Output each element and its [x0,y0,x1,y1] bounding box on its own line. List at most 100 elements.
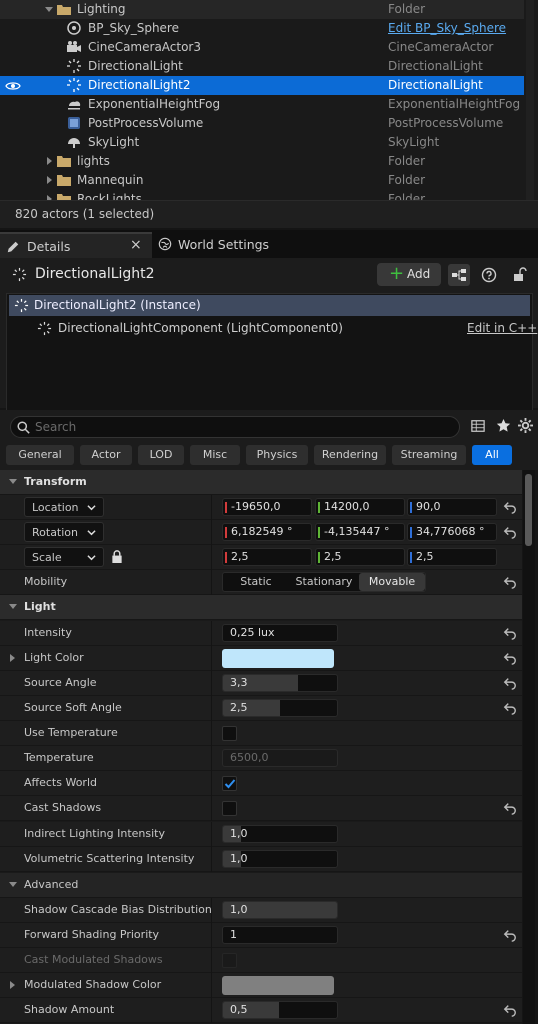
outliner-row-exponentialheightfog[interactable]: ExponentialHeightFog ExponentialHeightFo… [0,95,524,114]
search-placeholder: Search [35,420,77,434]
modulated-shadow-color-swatch[interactable] [222,976,334,995]
reset-arrow-icon[interactable] [503,676,517,690]
outliner-item-name: CineCameraActor3 [88,40,202,54]
cast-modulated-shadows-checkbox[interactable] [222,953,237,968]
indirect-lighting-intensity-slider[interactable]: 1,0 [222,825,338,843]
reset-arrow-icon[interactable] [503,801,517,815]
category-light[interactable]: Light [0,595,522,620]
reset-arrow-icon[interactable] [503,651,517,665]
value-text: 6500,0 [230,751,269,764]
tab-details[interactable]: Details × [0,232,152,258]
category-transform[interactable]: Transform [0,470,522,495]
scale-y-field[interactable]: 2,5 [315,548,405,566]
lock-button[interactable] [508,264,530,286]
column-divider [211,847,212,872]
outliner-row-lighting[interactable]: Lighting Folder [0,0,524,19]
component-row[interactable]: DirectionalLightComponent (LightComponen… [7,318,537,339]
filter-streaming[interactable]: Streaming [392,445,466,465]
visibility-eye-icon[interactable] [5,78,21,94]
outliner-row-skylight[interactable]: SkyLight SkyLight [0,133,524,152]
location-x-field[interactable]: -19650,0 [222,498,312,516]
shadow-cascade-bias-slider[interactable]: 1,0 [222,901,338,919]
source-angle-slider[interactable]: 3,3 [222,674,338,692]
search-input[interactable]: Search [10,416,460,438]
expand-triangle-icon[interactable] [47,176,52,184]
lock-icon[interactable] [111,550,123,563]
rotation-roll-field[interactable]: 6,182549 ° [222,523,312,541]
post-process-volume-icon [68,117,80,129]
rotation-yaw-field[interactable]: 34,776068 ° [407,523,497,541]
expand-triangle-icon[interactable] [10,981,15,989]
mobility-stationary-option[interactable]: Stationary [289,573,359,591]
location-mode-dropdown[interactable]: Location [24,497,104,517]
gear-icon[interactable] [518,418,533,433]
forward-shading-priority-field[interactable]: 1 [222,926,338,944]
tab-world-settings-label: World Settings [178,237,270,252]
reset-arrow-icon[interactable] [503,626,517,640]
add-component-button[interactable]: + Add [377,263,441,286]
collapse-triangle-icon[interactable] [9,604,17,609]
reset-arrow-icon[interactable] [503,500,517,514]
close-tab-icon[interactable]: × [130,237,142,253]
column-divider [211,570,212,595]
outliner-row-directionallight[interactable]: DirectionalLight DirectionalLight [0,57,524,76]
shadow-amount-slider[interactable]: 0,5 [222,1001,338,1019]
scrollbar-thumb[interactable] [525,474,532,546]
reset-arrow-icon[interactable] [503,701,517,715]
filter-actor[interactable]: Actor [80,445,132,465]
expand-triangle-icon[interactable] [47,157,52,165]
location-y-field[interactable]: 14200,0 [315,498,405,516]
reset-arrow-icon[interactable] [503,1003,517,1017]
outliner-row-lights-folder[interactable]: lights Folder [0,152,524,171]
source-soft-angle-slider[interactable]: 2,5 [222,699,338,717]
mobility-movable-option[interactable]: Movable [359,573,425,591]
edit-blueprint-link[interactable]: Edit BP_Sky_Sphere [388,21,506,35]
outliner-row-cinecamera[interactable]: CineCameraActor3 CineCameraActor [0,38,524,57]
outliner-row-directionallight2[interactable]: DirectionalLight2 DirectionalLight [0,76,524,95]
intensity-field[interactable]: 0,25 lux [222,624,338,642]
filter-misc[interactable]: Misc [190,445,240,465]
category-advanced[interactable]: Advanced [0,873,522,898]
edit-in-cpp-link[interactable]: Edit in C++ [467,321,537,335]
filter-general[interactable]: General [6,445,74,465]
outliner-row-rocklights-folder[interactable]: RockLights Folder [0,190,524,200]
temperature-field[interactable]: 6500,0 [222,749,338,767]
cast-shadows-checkbox[interactable] [222,801,237,816]
tab-world-settings[interactable]: World Settings [152,232,282,258]
scale-mode-dropdown[interactable]: Scale [24,547,104,567]
reset-arrow-icon[interactable] [503,928,517,942]
outliner-row-postprocessvolume[interactable]: PostProcessVolume PostProcessVolume [0,114,524,133]
outliner-row-bp-sky-sphere[interactable]: BP_Sky_Sphere Edit BP_Sky_Sphere [0,19,524,38]
scale-z-field[interactable]: 2,5 [407,548,497,566]
use-temperature-checkbox[interactable] [222,726,237,741]
collapse-triangle-icon[interactable] [9,882,17,887]
reset-arrow-icon[interactable] [503,575,517,589]
filter-physics[interactable]: Physics [246,445,308,465]
collapse-triangle-icon[interactable] [45,7,53,12]
filter-rendering[interactable]: Rendering [314,445,386,465]
location-z-field[interactable]: 90,0 [407,498,497,516]
component-instance-row[interactable]: DirectionalLight2 (Instance) [9,295,530,316]
rotation-pitch-field[interactable]: -4,135447 ° [315,523,405,541]
scale-x-field[interactable]: 2,5 [222,548,312,566]
collapse-triangle-icon[interactable] [9,479,17,484]
mobility-static-option[interactable]: Static [223,573,289,591]
light-color-swatch[interactable] [222,649,334,668]
rotation-mode-dropdown[interactable]: Rotation [24,522,104,542]
reset-arrow-icon[interactable] [503,525,517,539]
outliner-panel: Lighting Folder BP_Sky_Sphere Edit BP_Sk… [0,0,538,200]
volumetric-scattering-intensity-slider[interactable]: 1,0 [222,850,338,868]
affects-world-checkbox[interactable] [222,776,237,791]
filter-all[interactable]: All [472,445,512,465]
property-grid-scrollbar[interactable] [523,470,535,1024]
table-view-icon[interactable] [471,419,485,433]
expand-triangle-icon[interactable] [10,654,15,662]
property-label: Cast Shadows [24,801,102,814]
outliner-row-mannequin-folder[interactable]: Mannequin Folder [0,171,524,190]
favorite-star-icon[interactable] [496,418,511,433]
filter-lod[interactable]: LOD [138,445,184,465]
blueprint-options-button[interactable] [448,264,470,286]
help-button[interactable] [478,264,500,286]
details-search-row: Search [0,410,538,442]
outliner-scrollbar[interactable] [526,0,534,200]
